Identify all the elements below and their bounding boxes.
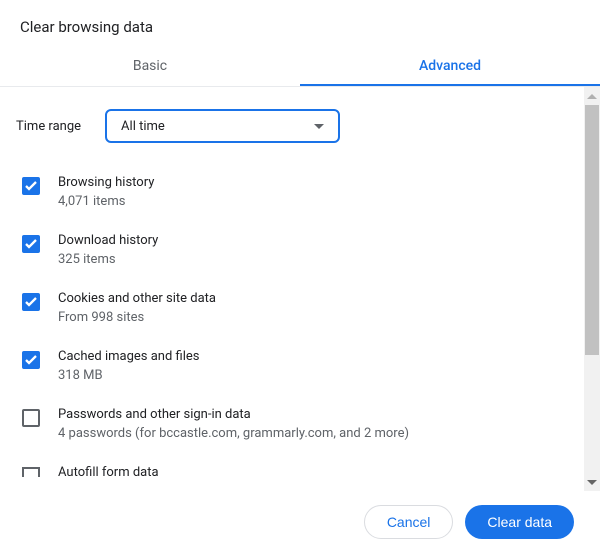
check-icon	[25, 355, 37, 365]
item-title: Cached images and files	[58, 349, 199, 364]
item-title: Cookies and other site data	[58, 291, 216, 306]
item-download-history[interactable]: Download history 325 items	[16, 221, 574, 279]
dialog-body: Time range All time Browsing history 4,0…	[0, 87, 600, 491]
item-sub: 318 MB	[58, 368, 199, 383]
item-browsing-history[interactable]: Browsing history 4,071 items	[16, 163, 574, 221]
scrollbar[interactable]	[584, 87, 600, 491]
checkbox-passwords[interactable]	[22, 409, 40, 427]
item-text: Cached images and files 318 MB	[58, 349, 199, 383]
tabs: Basic Advanced	[0, 46, 600, 87]
check-icon	[25, 239, 37, 249]
item-sub: 4,071 items	[58, 194, 154, 209]
item-title: Browsing history	[58, 175, 154, 190]
dialog-title: Clear browsing data	[0, 0, 600, 46]
scroll-up-button[interactable]	[584, 87, 600, 105]
triangle-down-icon	[587, 480, 597, 485]
time-range-value: All time	[121, 119, 165, 134]
item-text: Passwords and other sign-in data 4 passw…	[58, 407, 409, 441]
item-text: Cookies and other site data From 998 sit…	[58, 291, 216, 325]
item-title: Passwords and other sign-in data	[58, 407, 409, 422]
checkbox-browsing-history[interactable]	[22, 177, 40, 195]
scroll-track[interactable]	[584, 105, 600, 473]
check-icon	[25, 297, 37, 307]
tab-basic[interactable]: Basic	[0, 46, 300, 86]
item-sub: 325 items	[58, 252, 158, 267]
checkbox-download-history[interactable]	[22, 235, 40, 253]
item-text: Download history 325 items	[58, 233, 158, 267]
dialog-footer: Cancel Clear data	[0, 491, 600, 557]
item-title: Autofill form data	[58, 465, 159, 480]
content-area: Time range All time Browsing history 4,0…	[0, 87, 584, 491]
item-sub: From 998 sites	[58, 310, 216, 325]
scroll-thumb[interactable]	[585, 105, 599, 355]
clear-browsing-data-dialog: Clear browsing data Basic Advanced Time …	[0, 0, 600, 557]
clear-data-button[interactable]: Clear data	[465, 505, 574, 539]
item-text: Browsing history 4,071 items	[58, 175, 154, 209]
item-text: Autofill form data	[58, 465, 159, 484]
item-cookies[interactable]: Cookies and other site data From 998 sit…	[16, 279, 574, 337]
item-title: Download history	[58, 233, 158, 248]
cancel-button[interactable]: Cancel	[364, 505, 454, 539]
check-icon	[25, 181, 37, 191]
checkbox-cookies[interactable]	[22, 293, 40, 311]
item-autofill[interactable]: Autofill form data	[16, 453, 574, 484]
time-range-row: Time range All time	[16, 109, 574, 143]
triangle-up-icon	[587, 94, 597, 99]
tab-advanced[interactable]: Advanced	[300, 46, 600, 86]
item-cache[interactable]: Cached images and files 318 MB	[16, 337, 574, 395]
time-range-label: Time range	[16, 119, 81, 134]
chevron-down-icon	[314, 124, 324, 129]
checkbox-autofill[interactable]	[22, 467, 40, 477]
checkbox-cache[interactable]	[22, 351, 40, 369]
scroll-down-button[interactable]	[584, 473, 600, 491]
time-range-select[interactable]: All time	[105, 109, 340, 143]
item-passwords[interactable]: Passwords and other sign-in data 4 passw…	[16, 395, 574, 453]
item-sub: 4 passwords (for bccastle.com, grammarly…	[58, 426, 409, 441]
